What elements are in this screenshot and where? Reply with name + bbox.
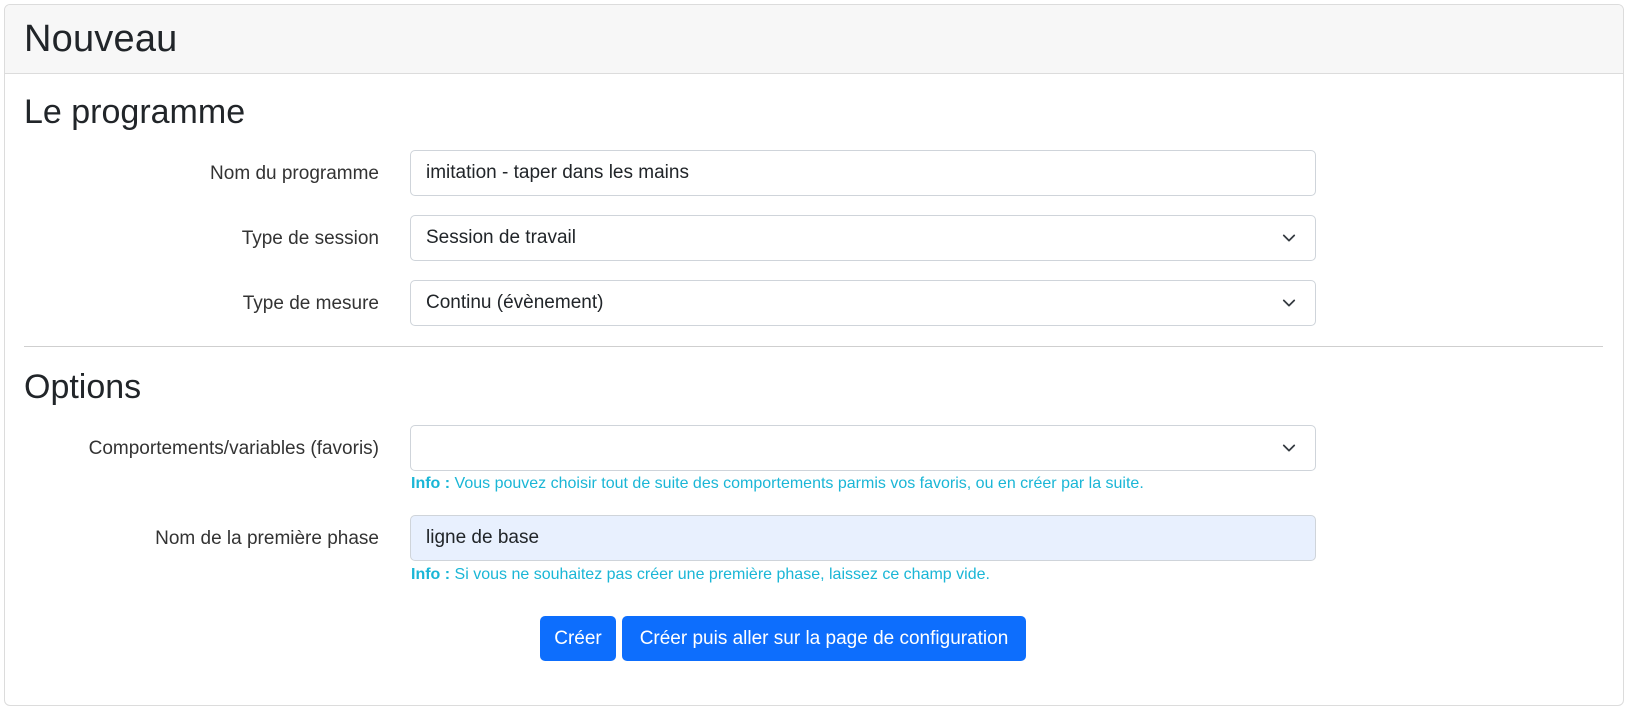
first-phase-input[interactable]: ligne de base bbox=[410, 515, 1316, 561]
first-phase-info: Info : Si vous ne souhaitez pas créer un… bbox=[411, 566, 990, 584]
session-type-value: Session de travail bbox=[426, 227, 576, 248]
session-type-label: Type de session bbox=[241, 228, 379, 249]
section-title-program: Le programme bbox=[24, 93, 246, 131]
create-and-configure-button[interactable]: Créer puis aller sur la page de configur… bbox=[622, 616, 1026, 661]
card-header: Nouveau bbox=[5, 5, 1623, 74]
program-name-label: Nom du programme bbox=[210, 163, 379, 184]
first-phase-info-prefix: Info : bbox=[411, 566, 451, 583]
first-phase-label: Nom de la première phase bbox=[155, 528, 379, 549]
new-program-card: Nouveau Le programme Nom du programme im… bbox=[4, 4, 1624, 706]
section-divider bbox=[24, 346, 1603, 347]
session-type-select[interactable]: Session de travail bbox=[410, 215, 1316, 261]
program-name-value: imitation - taper dans les mains bbox=[426, 162, 689, 183]
behaviors-info-text: Vous pouvez choisir tout de suite des co… bbox=[454, 475, 1144, 492]
behaviors-info: Info : Vous pouvez choisir tout de suite… bbox=[411, 475, 1144, 493]
measure-type-select[interactable]: Continu (évènement) bbox=[410, 280, 1316, 326]
section-title-options: Options bbox=[24, 368, 142, 406]
first-phase-info-text: Si vous ne souhaitez pas créer une premi… bbox=[454, 566, 990, 583]
page-title: Nouveau bbox=[24, 17, 178, 60]
behaviors-info-prefix: Info : bbox=[411, 475, 451, 492]
behaviors-label: Comportements/variables (favoris) bbox=[88, 438, 379, 459]
program-name-input[interactable]: imitation - taper dans les mains bbox=[410, 150, 1316, 196]
chevron-down-icon bbox=[1282, 234, 1296, 242]
chevron-down-icon bbox=[1282, 444, 1296, 452]
first-phase-value: ligne de base bbox=[426, 527, 540, 548]
behaviors-select[interactable] bbox=[410, 425, 1316, 471]
measure-type-value: Continu (évènement) bbox=[426, 292, 604, 313]
create-button[interactable]: Créer bbox=[540, 616, 616, 661]
measure-type-label: Type de mesure bbox=[242, 293, 379, 314]
chevron-down-icon bbox=[1282, 299, 1296, 307]
